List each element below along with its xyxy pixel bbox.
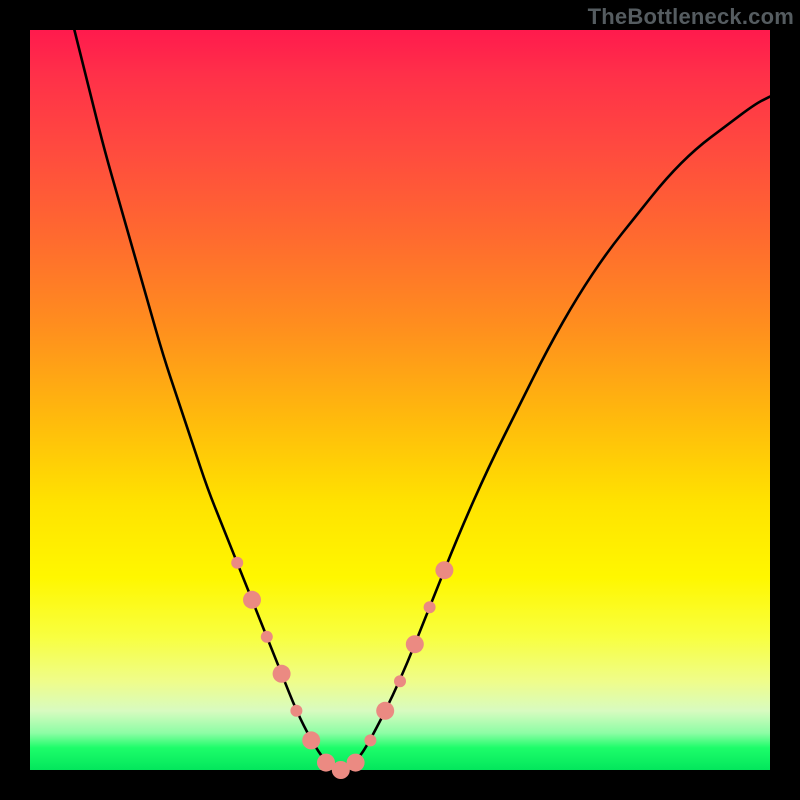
chart-svg <box>30 30 770 770</box>
highlighted-points-group <box>231 557 453 779</box>
highlighted-point <box>290 705 302 717</box>
highlighted-point <box>347 754 365 772</box>
highlighted-point <box>231 557 243 569</box>
highlighted-point <box>406 635 424 653</box>
chart-plot-area <box>30 30 770 770</box>
highlighted-point <box>376 702 394 720</box>
highlighted-point <box>273 665 291 683</box>
bottleneck-curve <box>74 30 770 768</box>
highlighted-point <box>261 631 273 643</box>
highlighted-point <box>424 601 436 613</box>
watermark-text: TheBottleneck.com <box>588 4 794 30</box>
highlighted-point <box>243 591 261 609</box>
chart-frame: TheBottleneck.com <box>0 0 800 800</box>
highlighted-point <box>302 731 320 749</box>
highlighted-point <box>394 675 406 687</box>
highlighted-point <box>435 561 453 579</box>
highlighted-point <box>364 734 376 746</box>
